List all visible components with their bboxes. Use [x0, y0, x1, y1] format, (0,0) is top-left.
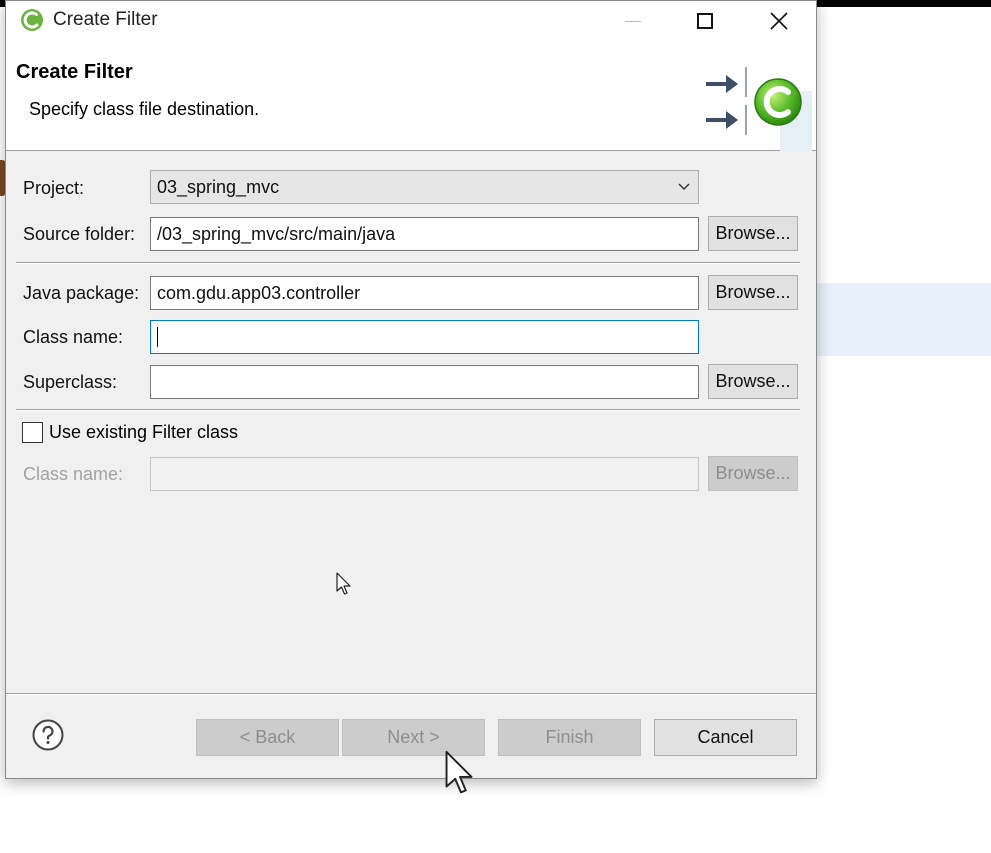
- java-package-label: Java package:: [23, 283, 140, 303]
- java-package-value: com.gdu.app03.controller: [157, 282, 361, 303]
- project-value: 03_spring_mvc: [157, 176, 280, 197]
- text-caret: [157, 327, 158, 347]
- separator: [16, 262, 800, 264]
- window-title: Create Filter: [53, 9, 158, 30]
- mouse-cursor-icon: [336, 572, 351, 595]
- footer-separator: [6, 693, 816, 695]
- class-name-field[interactable]: [150, 320, 699, 354]
- source-folder-value: /03_spring_mvc/src/main/java: [157, 223, 396, 244]
- background-row-highlight: [816, 283, 991, 356]
- existing-class-browse-button: Browse...: [708, 456, 798, 491]
- superclass-label: Superclass:: [23, 372, 118, 392]
- finish-button[interactable]: Finish: [498, 719, 641, 756]
- minimize-icon: [625, 20, 641, 22]
- existing-class-name-label: Class name:: [23, 464, 124, 484]
- superclass-browse-button[interactable]: Browse...: [708, 364, 798, 399]
- maximize-icon: [697, 13, 713, 29]
- create-filter-dialog: Create Filter Create Filter Specify clas…: [5, 0, 817, 779]
- class-name-label: Class name:: [23, 327, 124, 347]
- banner-subtitle: Specify class file destination.: [29, 99, 260, 119]
- existing-class-name-field: [150, 457, 699, 491]
- source-folder-label: Source folder:: [23, 224, 136, 244]
- source-folder-field[interactable]: /03_spring_mvc/src/main/java: [150, 217, 699, 251]
- close-button[interactable]: [752, 1, 806, 41]
- back-button[interactable]: < Back: [196, 719, 339, 756]
- java-package-field[interactable]: com.gdu.app03.controller: [150, 276, 699, 310]
- close-icon: [770, 12, 788, 30]
- project-label: Project:: [23, 178, 85, 198]
- minimize-button[interactable]: [606, 1, 660, 41]
- cancel-button[interactable]: Cancel: [654, 719, 797, 756]
- separator: [16, 409, 800, 411]
- help-icon[interactable]: [32, 719, 64, 751]
- chevron-down-icon: [678, 183, 690, 190]
- new-class-wizard-icon: [706, 67, 812, 151]
- source-folder-browse-button[interactable]: Browse...: [708, 216, 798, 251]
- use-existing-checkbox[interactable]: [22, 422, 43, 443]
- java-package-browse-button[interactable]: Browse...: [708, 275, 798, 310]
- mouse-cursor-icon: [445, 750, 473, 794]
- use-existing-label[interactable]: Use existing Filter class: [49, 422, 238, 442]
- banner-title: Create Filter: [16, 61, 133, 83]
- title-bar: Create Filter: [6, 1, 816, 41]
- project-combo[interactable]: 03_spring_mvc: [150, 170, 699, 204]
- wizard-banner: Create Filter Specify class file destina…: [6, 41, 816, 151]
- superclass-field[interactable]: [150, 365, 699, 399]
- maximize-button[interactable]: [678, 1, 732, 41]
- spring-app-icon: [21, 9, 43, 31]
